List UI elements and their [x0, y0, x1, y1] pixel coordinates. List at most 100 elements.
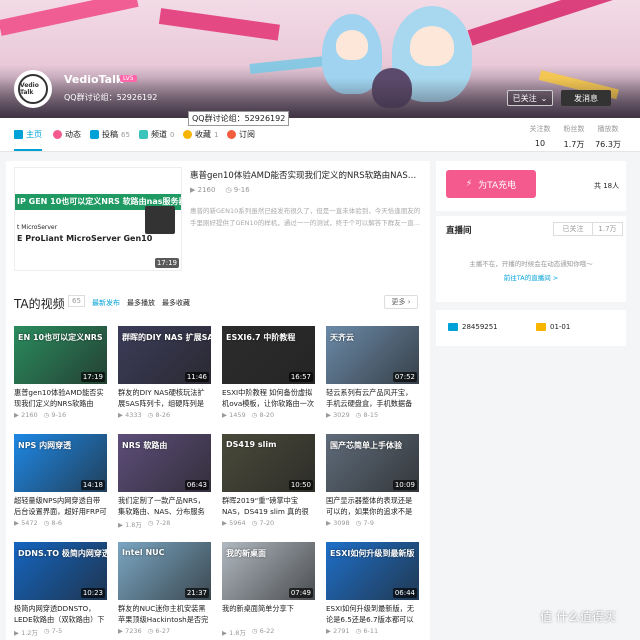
video-thumbnail[interactable]: ESXI6.7 中阶教程 16:57 [222, 326, 315, 384]
video-title[interactable]: 群晖2019“重”磅掌中宝NAS，DS419 slim 真的很适 [222, 495, 315, 517]
video-title[interactable]: ESXI中阶教程 如何备份虚拟机ova模板，让你软路由一次 [222, 387, 315, 409]
publish-date: 7-5 [51, 627, 63, 635]
duration-badge: 17:19 [154, 258, 179, 268]
video-thumbnail[interactable]: ESXI如何升级到最新版 06:44 [326, 542, 419, 600]
thumb-title: 天齐云 [330, 333, 354, 342]
video-card[interactable]: 天齐云 07:52 轻云系列有云产品风开宝，手机云硬盘盒，手机数据备份恢 ▶ 3029… [326, 326, 419, 430]
play-icon: ▶ [222, 519, 227, 527]
video-card[interactable]: Intel NUC 21:37 群友的NUC迷你主机安装黑苹果顶级Hackintos… [118, 542, 211, 640]
avatar[interactable]: Vedio Talk [14, 70, 52, 108]
video-card[interactable]: ESXI6.7 中阶教程 16:57 ESXI中阶教程 如何备份虚拟机ova模板，让… [222, 326, 315, 430]
clock-icon: ◷ [251, 627, 258, 635]
video-card[interactable]: EN 10也可以定义NRS 17:19 惠普gen10体验AMD能否实现我们定义的N… [14, 326, 107, 430]
video-title[interactable]: 极简内网穿透DDNSTO，LEDE软路由（双软路由）下 [14, 603, 107, 625]
tab-subscriptions[interactable]: 订阅 [227, 129, 255, 140]
video-title[interactable]: ESXI如何升级到最新版，无论是6.5还是6.7版本都可以这 [326, 603, 419, 625]
video-thumbnail[interactable]: 天齐云 07:52 [326, 326, 419, 384]
video-title[interactable]: 我们定制了一款产品NRS，集软路由、NAS、分布服务器于 [118, 495, 211, 517]
play-count: 5964 [229, 519, 246, 527]
play-count: 3029 [333, 411, 350, 419]
video-thumbnail[interactable]: DS419 slim 10:50 [222, 434, 315, 492]
video-meta: ▶ 5472 ◷ 8-6 [14, 519, 62, 527]
play-icon: ▶ [14, 519, 19, 527]
sort-favorites[interactable]: 最多收藏 [162, 298, 190, 308]
tab-uploads[interactable]: 投稿 65 [90, 129, 130, 140]
video-thumbnail[interactable]: Intel NUC 21:37 [118, 542, 211, 600]
clock-icon: ◷ [225, 186, 232, 194]
thumb-title: 群晖的DIY NAS 扩展SAS [122, 333, 211, 342]
message-button[interactable]: 发消息 [561, 90, 611, 106]
tab-count: 65 [121, 130, 130, 139]
play-icon: ▶ [118, 521, 123, 529]
tab-dynamic[interactable]: 动态 [53, 129, 81, 140]
video-title[interactable]: 轻云系列有云产品风开宝，手机云硬盘盒，手机数据备份恢 [326, 387, 419, 409]
video-card[interactable]: 群晖的DIY NAS 扩展SAS 11:46 群友的DIY NAS硬核玩法扩展SAS… [118, 326, 211, 430]
play-count: 5472 [21, 519, 38, 527]
featured-title[interactable]: 惠普gen10体验AMD能否实现我们定义的NRS软路由NAS服务... [190, 169, 420, 181]
video-title[interactable]: 我的新桌面简单分享下 [222, 603, 315, 625]
video-card[interactable]: 我的新桌面 07:49 我的新桌面简单分享下 ▶ 1.8万 ◷ 6-22 [222, 542, 315, 640]
uid-item: 28459251 [448, 323, 498, 331]
sort-plays[interactable]: 最多播放 [127, 298, 155, 308]
video-thumbnail[interactable]: DDNS.TO 极简内网穿透 10:23 [14, 542, 107, 600]
play-icon: ▶ [222, 629, 227, 637]
play-count: 2160 [197, 186, 216, 194]
play-icon: ▶ [118, 627, 123, 635]
charge-label: 为TA充电 [478, 180, 517, 191]
live-room-link[interactable]: 前往TA的直播间 > [436, 272, 626, 282]
duration-badge: 11:46 [184, 372, 209, 382]
tab-home[interactable]: 主页 [14, 129, 42, 151]
play-icon: ▶ [14, 629, 19, 637]
video-card[interactable]: ESXI如何升级到最新版 06:44 ESXI如何升级到最新版，无论是6.5还是6.… [326, 542, 419, 640]
video-title[interactable]: 群友的DIY NAS硬核玩法扩展SAS阵列卡，组硬阵列是个什 [118, 387, 211, 409]
duration-badge: 16:57 [288, 372, 313, 382]
play-icon: ▶ [326, 627, 331, 635]
videos-section-title: TA的视频 [14, 297, 65, 311]
publish-date: 7-20 [259, 519, 275, 527]
video-thumbnail[interactable]: NPS 内网穿透 14:18 [14, 434, 107, 492]
video-card[interactable]: 国产芯简单上手体验 10:09 国产显示器整体的表现还是可以的，如果你的追求不是特别… [326, 434, 419, 538]
play-icon: ▶ [190, 186, 196, 194]
stat-following[interactable]: 关注数 10 [523, 124, 557, 148]
clock-icon: ◷ [251, 411, 258, 419]
live-follow-button[interactable]: 已关注 [553, 222, 593, 236]
thumb-title: NRS 软路由 [122, 441, 168, 450]
stat-followers[interactable]: 粉丝数 1.7万 [557, 124, 591, 150]
video-meta: ▶ 1.8万 ◷ 6-22 [222, 627, 274, 637]
video-thumbnail[interactable]: NRS 软路由 06:43 [118, 434, 211, 492]
video-thumbnail[interactable]: EN 10也可以定义NRS 17:19 [14, 326, 107, 384]
duration-badge: 10:23 [80, 588, 105, 598]
tab-label: 主页 [26, 130, 42, 139]
stat-label: 粉丝数 [563, 125, 585, 133]
video-title[interactable]: 超轻量级NPS内网穿透自带后台设置界面，超好用FRP可以 [14, 495, 107, 517]
video-thumbnail[interactable]: 我的新桌面 07:49 [222, 542, 315, 600]
duration-badge: 17:19 [80, 372, 105, 382]
video-title[interactable]: 国产显示器整体的表现还是可以的，如果你的追求不是特别 [326, 495, 419, 517]
dynamic-icon [53, 130, 62, 139]
tab-label: 频道 [151, 130, 167, 139]
tab-channels[interactable]: 频道 0 [139, 129, 174, 140]
video-title[interactable]: 惠普gen10体验AMD能否实现我们定义的NRS软路由NAS [14, 387, 107, 409]
duration-badge: 07:49 [288, 588, 313, 598]
video-card[interactable]: NPS 内网穿透 14:18 超轻量级NPS内网穿透自带后台设置界面，超好用FRP可… [14, 434, 107, 538]
video-card[interactable]: DS419 slim 10:50 群晖2019“重”磅掌中宝NAS，DS419 sl… [222, 434, 315, 538]
duration-badge: 06:44 [392, 588, 417, 598]
clock-icon: ◷ [43, 519, 50, 527]
video-thumbnail[interactable]: 国产芯简单上手体验 10:09 [326, 434, 419, 492]
watermark: 值 什么值得买 [540, 610, 616, 624]
video-title[interactable]: 群友的NUC迷你主机安装黑苹果顶级Hackintosh是否完美 [118, 603, 211, 625]
follow-button[interactable]: 已关注 ⌄ [507, 90, 553, 106]
charge-button[interactable]: ⚡ 为TA充电 [446, 170, 536, 198]
sort-latest[interactable]: 最新发布 [92, 298, 120, 308]
tab-favorites[interactable]: 收藏 1 [183, 129, 218, 140]
video-thumbnail[interactable]: 群晖的DIY NAS 扩展SAS 11:46 [118, 326, 211, 384]
more-button[interactable]: 更多 › [384, 295, 418, 309]
stat-value: 76.3万 [595, 140, 621, 149]
play-count: 2160 [21, 411, 38, 419]
thumb-title: ESXI6.7 中阶教程 [226, 333, 296, 342]
video-card[interactable]: NRS 软路由 06:43 我们定制了一款产品NRS，集软路由、NAS、分布服务器于… [118, 434, 211, 538]
featured-thumbnail[interactable]: IP GEN 10也可以定义NRS 软路由nas服务器 t MicroServe… [14, 167, 182, 271]
video-card[interactable]: DDNS.TO 极简内网穿透 10:23 极简内网穿透DDNSTO，LEDE软路由（… [14, 542, 107, 640]
play-count: 1.8万 [229, 629, 246, 637]
play-count: 3098 [333, 519, 350, 527]
